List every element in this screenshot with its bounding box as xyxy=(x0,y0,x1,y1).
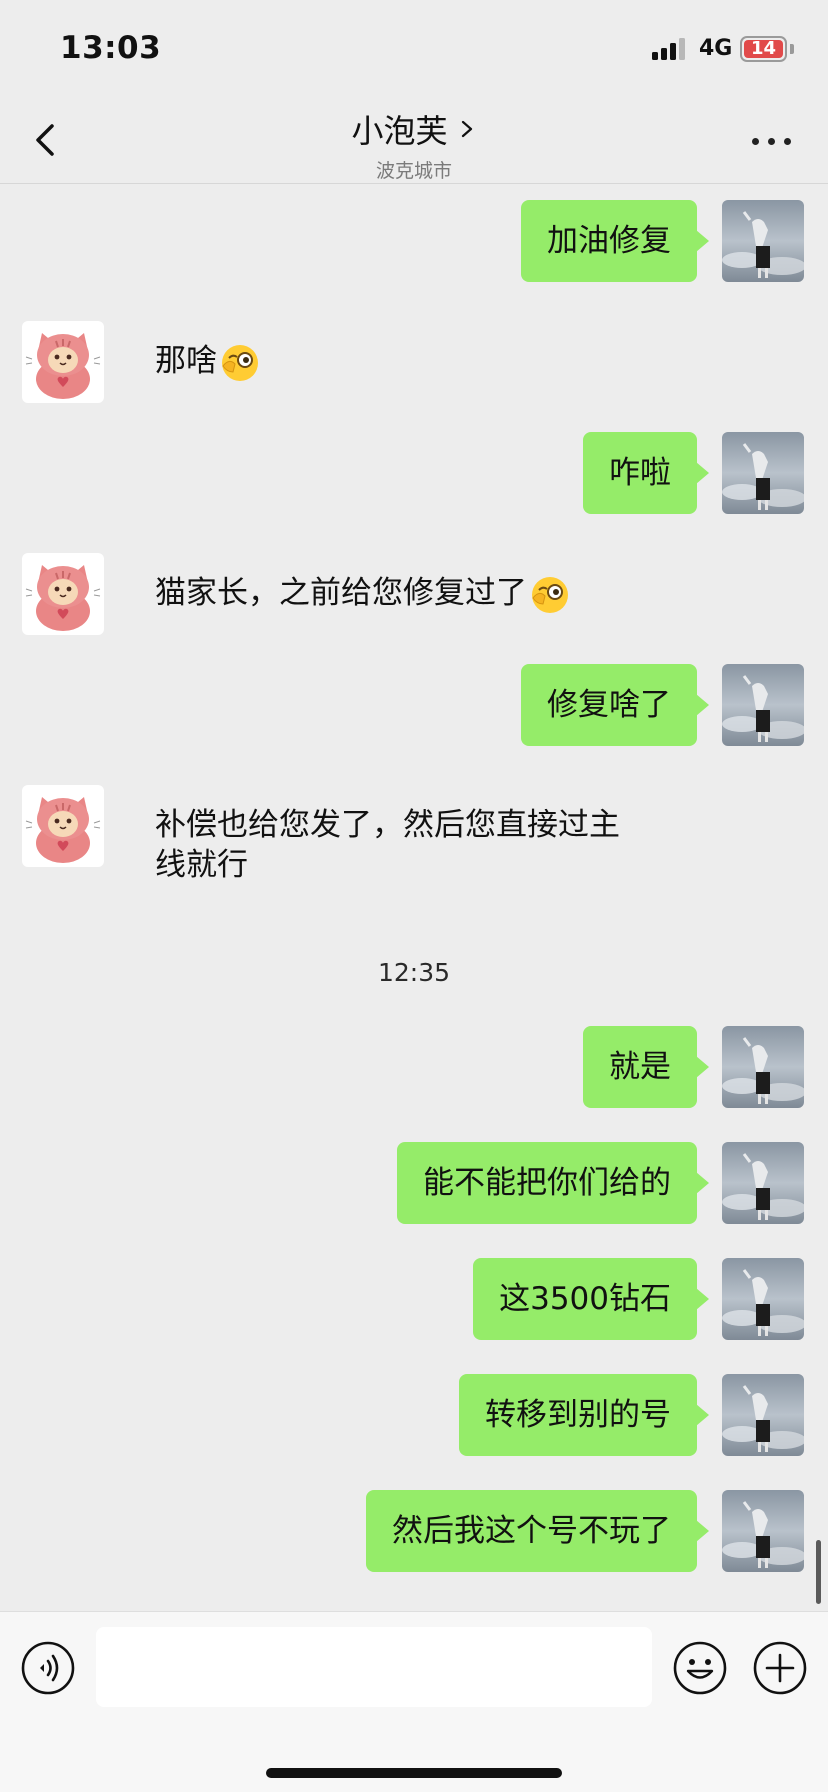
my-avatar[interactable] xyxy=(722,1490,804,1572)
contact-message[interactable]: 猫家长，之前给您修复过了 xyxy=(155,573,571,616)
message-row: 然后我这个号不玩了 xyxy=(0,1490,828,1572)
contact-message-line: 线就行 xyxy=(155,847,248,883)
contact-message[interactable]: 补偿也给您发了，然后您直接过主 线就行 xyxy=(155,805,620,885)
my-avatar[interactable] xyxy=(722,664,804,746)
more-dot xyxy=(784,138,791,145)
my-message-bubble[interactable]: 就是 xyxy=(583,1026,709,1108)
contact-avatar[interactable] xyxy=(22,553,104,635)
status-time: 13:03 xyxy=(60,30,162,66)
more-dots-icon xyxy=(752,138,759,145)
network-type: 4G xyxy=(699,36,733,61)
my-avatar[interactable] xyxy=(722,1026,804,1108)
chevron-right-icon xyxy=(461,120,472,138)
message-row: 修复啥了 xyxy=(0,664,828,746)
chat-header: 小泡芙 波克城市 xyxy=(0,100,828,184)
message-row: 猫家长，之前给您修复过了 xyxy=(0,553,828,635)
contact-avatar[interactable] xyxy=(22,321,104,403)
message-row: 转移到别的号 xyxy=(0,1374,828,1456)
battery-level: 14 xyxy=(750,38,777,59)
contact-message-text: 猫家长，之前给您修复过了 xyxy=(155,575,527,611)
message-input[interactable] xyxy=(96,1627,652,1707)
message-row: 这3500钻石 xyxy=(0,1258,828,1340)
message-row: 补偿也给您发了，然后您直接过主 线就行 xyxy=(0,785,828,885)
message-row: 咋啦 xyxy=(0,432,828,514)
voice-icon xyxy=(21,1641,75,1695)
message-row: 能不能把你们给的 xyxy=(0,1142,828,1224)
emoji-button[interactable] xyxy=(672,1640,728,1696)
contact-message-line: 补偿也给您发了，然后您直接过主 xyxy=(155,807,620,843)
smirk-monocle-emoji-icon xyxy=(529,574,571,616)
contact-message-text: 那啥 xyxy=(155,343,217,379)
message-timestamp: 12:35 xyxy=(377,958,451,987)
message-row: 加油修复 xyxy=(0,200,828,282)
my-avatar[interactable] xyxy=(722,432,804,514)
input-bar xyxy=(0,1611,828,1792)
chat-title: 小泡芙 xyxy=(351,112,448,150)
my-message-bubble[interactable]: 咋啦 xyxy=(583,432,709,514)
smirk-monocle-emoji-icon xyxy=(219,342,261,384)
scrollbar[interactable] xyxy=(816,1540,821,1604)
voice-input-button[interactable] xyxy=(20,1640,76,1696)
signal-strength-icon xyxy=(652,38,690,60)
chat-title-group[interactable]: 小泡芙 波克城市 xyxy=(0,106,828,183)
my-message-bubble[interactable]: 加油修复 xyxy=(521,200,709,282)
battery-cap xyxy=(790,44,794,54)
my-avatar[interactable] xyxy=(722,200,804,282)
message-list[interactable]: 加油修复 那啥 咋啦 猫家长，之前给您修复过了 修复啥了 补偿也给您发了，然后您… xyxy=(0,185,828,1611)
home-indicator[interactable] xyxy=(266,1768,562,1778)
my-message-bubble[interactable]: 转移到别的号 xyxy=(459,1374,709,1456)
wechat-chat-screen: 13:03 4G 14 小泡芙 波克城市 加油修复 那啥 咋啦 猫家长，之前给您… xyxy=(0,0,828,1792)
message-row: 那啥 xyxy=(0,321,828,403)
status-bar: 13:03 4G 14 xyxy=(0,0,828,100)
my-message-bubble[interactable]: 这3500钻石 xyxy=(473,1258,709,1340)
my-message-bubble[interactable]: 然后我这个号不玩了 xyxy=(366,1490,709,1572)
my-avatar[interactable] xyxy=(722,1258,804,1340)
battery-icon: 14 xyxy=(740,36,787,62)
more-options-button[interactable] xyxy=(748,120,796,160)
more-dot xyxy=(768,138,775,145)
message-row: 就是 xyxy=(0,1026,828,1108)
more-functions-button[interactable] xyxy=(752,1640,808,1696)
contact-message[interactable]: 那啥 xyxy=(155,341,261,384)
plus-circle-icon xyxy=(753,1641,807,1695)
my-message-bubble[interactable]: 修复啥了 xyxy=(521,664,709,746)
contact-avatar[interactable] xyxy=(22,785,104,867)
my-message-bubble[interactable]: 能不能把你们给的 xyxy=(397,1142,709,1224)
my-avatar[interactable] xyxy=(722,1142,804,1224)
my-avatar[interactable] xyxy=(722,1374,804,1456)
emoji-face-icon xyxy=(673,1641,727,1695)
chat-subtitle: 波克城市 xyxy=(375,160,452,182)
